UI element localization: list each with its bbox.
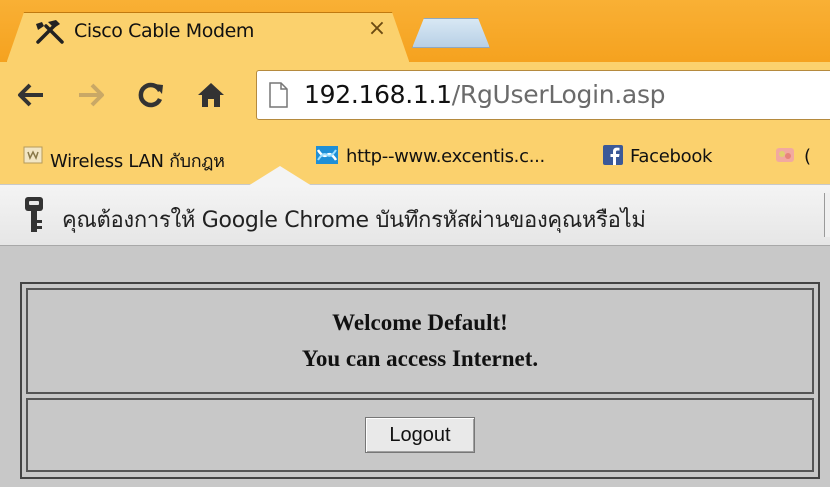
back-button[interactable]: [14, 76, 48, 114]
tab-title: Cisco Cable Modem: [74, 20, 255, 42]
welcome-heading: Welcome Default!: [332, 310, 508, 335]
forward-button[interactable]: [74, 76, 108, 114]
access-message: You can access Internet.: [301, 346, 539, 371]
home-button[interactable]: [194, 76, 228, 114]
close-tab-icon[interactable]: ×: [364, 16, 390, 42]
bookmark-facebook[interactable]: Facebook: [630, 146, 712, 167]
bookmark-wireless-lan[interactable]: Wireless LAN กับกฎห: [50, 146, 225, 175]
infobar-message: คุณต้องการให้ Google Chrome บันทึกรหัสผ่…: [62, 208, 646, 233]
url-path: /RgUserLogin.asp: [451, 80, 666, 109]
bookmark-overflow[interactable]: (: [804, 146, 811, 167]
home-icon: [198, 83, 224, 107]
logout-button[interactable]: Logout: [365, 417, 475, 453]
folder-icon: [776, 148, 794, 162]
tools-icon: [36, 20, 64, 44]
wifi-bookmark-icon: [23, 146, 43, 164]
facebook-icon: [603, 145, 623, 165]
page-icon: [269, 82, 288, 108]
welcome-cell: Welcome Default! You can access Internet…: [26, 288, 814, 394]
new-tab-button[interactable]: [412, 18, 490, 48]
reload-icon: [138, 82, 163, 108]
reload-button[interactable]: [134, 76, 168, 114]
excentis-icon: [316, 146, 338, 164]
logout-cell: Logout: [26, 398, 814, 472]
key-icon: [25, 197, 43, 232]
url-text: 192.168.1.1/RgUserLogin.asp: [304, 80, 666, 109]
url-host: 192.168.1.1: [304, 80, 452, 109]
bookmark-excentis[interactable]: http--www.excentis.c...: [346, 146, 545, 167]
infobar-button-edge[interactable]: [824, 193, 830, 237]
back-arrow-icon: [18, 83, 43, 107]
forward-arrow-icon: [79, 83, 104, 107]
infobar-pointer: [248, 166, 312, 186]
